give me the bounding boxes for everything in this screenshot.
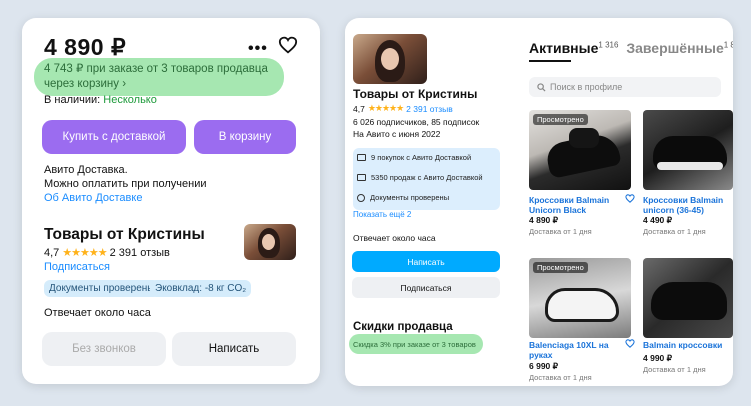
tab-active-count: 1 316 — [598, 40, 619, 50]
favorite-heart-icon[interactable] — [625, 194, 635, 203]
search-placeholder: Поиск в профиле — [550, 82, 623, 92]
badge-documents-verified[interactable]: Документы проверены — [44, 280, 160, 297]
profile-rating-value: 4,7 — [353, 103, 365, 114]
favorite-heart-icon[interactable] — [625, 339, 635, 348]
info-purchases-text: 9 покупок с Авито Доставкой — [371, 153, 472, 162]
product-price: 6 990 ₽ — [529, 361, 559, 371]
delivery-about-link[interactable]: Об Авито Доставке — [44, 192, 142, 204]
info-row-sales: 5350 продаж с Авито Доставкой — [357, 173, 483, 182]
product-delivery: Доставка от 1 дня — [643, 227, 706, 236]
profile-since: На Авито с июня 2022 — [353, 129, 441, 139]
tab-active[interactable]: Активные1 316 — [529, 40, 618, 56]
tab-finished-label: Завершённые — [626, 40, 724, 56]
product-title[interactable]: Balmain кроссовки — [643, 340, 727, 350]
product-delivery: Доставка от 1 дня — [529, 227, 592, 236]
product-image[interactable] — [643, 110, 733, 190]
info-row-documents: Документы проверены — [357, 193, 449, 202]
tab-finished[interactable]: Завершённые1 888 — [626, 40, 733, 56]
seller-avatar[interactable] — [244, 224, 296, 260]
profile-reviews-link[interactable]: 2 391 отзыв — [406, 104, 453, 114]
profile-write-button[interactable]: Написать — [352, 251, 500, 272]
info-documents-text: Документы проверены — [370, 193, 450, 202]
seller-title[interactable]: Товары от Кристины — [44, 226, 205, 244]
bulk-discount-offer[interactable]: 4 743 ₽ при заказе от 3 товаров продавца… — [44, 62, 284, 92]
discounts-title: Скидки продавца — [353, 321, 453, 333]
profile-followers: 6 026 подписчиков, 85 подписок — [353, 117, 480, 127]
tab-active-label: Активные — [529, 40, 599, 56]
stock-value: Несколько — [103, 94, 157, 106]
product-title[interactable]: Кроссовки Balmain unicorn (36-45) — [643, 195, 727, 215]
product-delivery: Доставка от 1 дня — [643, 365, 706, 374]
product-image[interactable]: Просмотрено — [529, 110, 631, 190]
favorite-heart-icon[interactable] — [278, 36, 298, 54]
rating-value: 4,7 — [44, 246, 60, 259]
profile-seller-title: Товары от Кристины — [353, 87, 478, 101]
stock-label: В наличии: — [44, 94, 104, 106]
delivery-payment-info: Можно оплатить при получении — [44, 178, 207, 190]
profile-search-input[interactable]: Поиск в профиле — [529, 77, 721, 97]
tab-finished-count: 1 888 — [723, 40, 733, 50]
rating-stars-icon: ★★★★★ — [62, 247, 107, 259]
check-circle-icon — [357, 193, 365, 202]
profile-tabs: Активные1 316 Завершённые1 888 — [529, 40, 733, 56]
seen-badge: Просмотрено — [533, 262, 588, 273]
item-sidebar-card: 4 890 ₽ ••• 4 743 ₽ при заказе от 3 това… — [22, 18, 320, 384]
show-more-link[interactable]: Показать ещё 2 — [353, 210, 411, 219]
product-price: 4 890 ₽ — [529, 215, 559, 225]
product-title[interactable]: Balenciaga 10XL на руках — [529, 340, 619, 360]
product-price: 4 490 ₽ — [643, 215, 673, 225]
stock-status: В наличии: Несколько — [44, 94, 157, 106]
seen-badge: Просмотрено — [533, 114, 588, 125]
seller-avatar-large[interactable] — [353, 34, 427, 84]
badge-eco-contribution[interactable]: Эковклад: -8 кг CO₂ — [150, 280, 252, 297]
seller-rating: 4,7 ★★★★★ 2 391 отзыв — [44, 246, 170, 260]
profile-reply-time: Отвечает около часа — [353, 233, 436, 243]
profile-rating: 4,7 ★★★★★ 2 391 отзыв — [353, 103, 453, 114]
tab-active-underline — [529, 60, 571, 62]
subscribe-link[interactable]: Подписаться — [44, 261, 110, 273]
item-price: 4 890 ₽ — [44, 34, 127, 60]
box-icon — [357, 154, 366, 161]
seller-profile-card: Товары от Кристины 4,7 ★★★★★ 2 391 отзыв… — [345, 18, 733, 386]
product-image[interactable] — [643, 258, 733, 338]
truck-icon — [357, 174, 366, 181]
profile-subscribe-button[interactable]: Подписаться — [352, 277, 500, 298]
add-to-cart-button[interactable]: В корзину — [194, 120, 296, 154]
profile-rating-stars-icon: ★★★★★ — [367, 103, 404, 113]
product-title[interactable]: Кроссовки Balmain Unicorn Black — [529, 195, 619, 215]
write-message-button[interactable]: Написать — [172, 332, 296, 366]
reviews-count[interactable]: 2 391 отзыв — [110, 247, 170, 259]
product-image[interactable]: Просмотрено — [529, 258, 631, 338]
buy-with-delivery-button[interactable]: Купить с доставкой — [42, 120, 186, 154]
discount-offer[interactable]: Скидка 3% при заказе от 3 товаров — [353, 340, 476, 349]
info-row-purchases: 9 покупок с Авито Доставкой — [357, 153, 471, 162]
delivery-title: Авито Доставка. — [44, 164, 128, 176]
product-delivery: Доставка от 1 дня — [529, 373, 592, 382]
no-calls-button[interactable]: Без звонков — [42, 332, 166, 366]
info-sales-text: 5350 продаж с Авито Доставкой — [371, 173, 483, 182]
more-icon[interactable]: ••• — [248, 40, 268, 58]
product-price: 4 990 ₽ — [643, 353, 673, 363]
search-icon — [537, 82, 546, 92]
reply-time: Отвечает около часа — [44, 307, 151, 319]
